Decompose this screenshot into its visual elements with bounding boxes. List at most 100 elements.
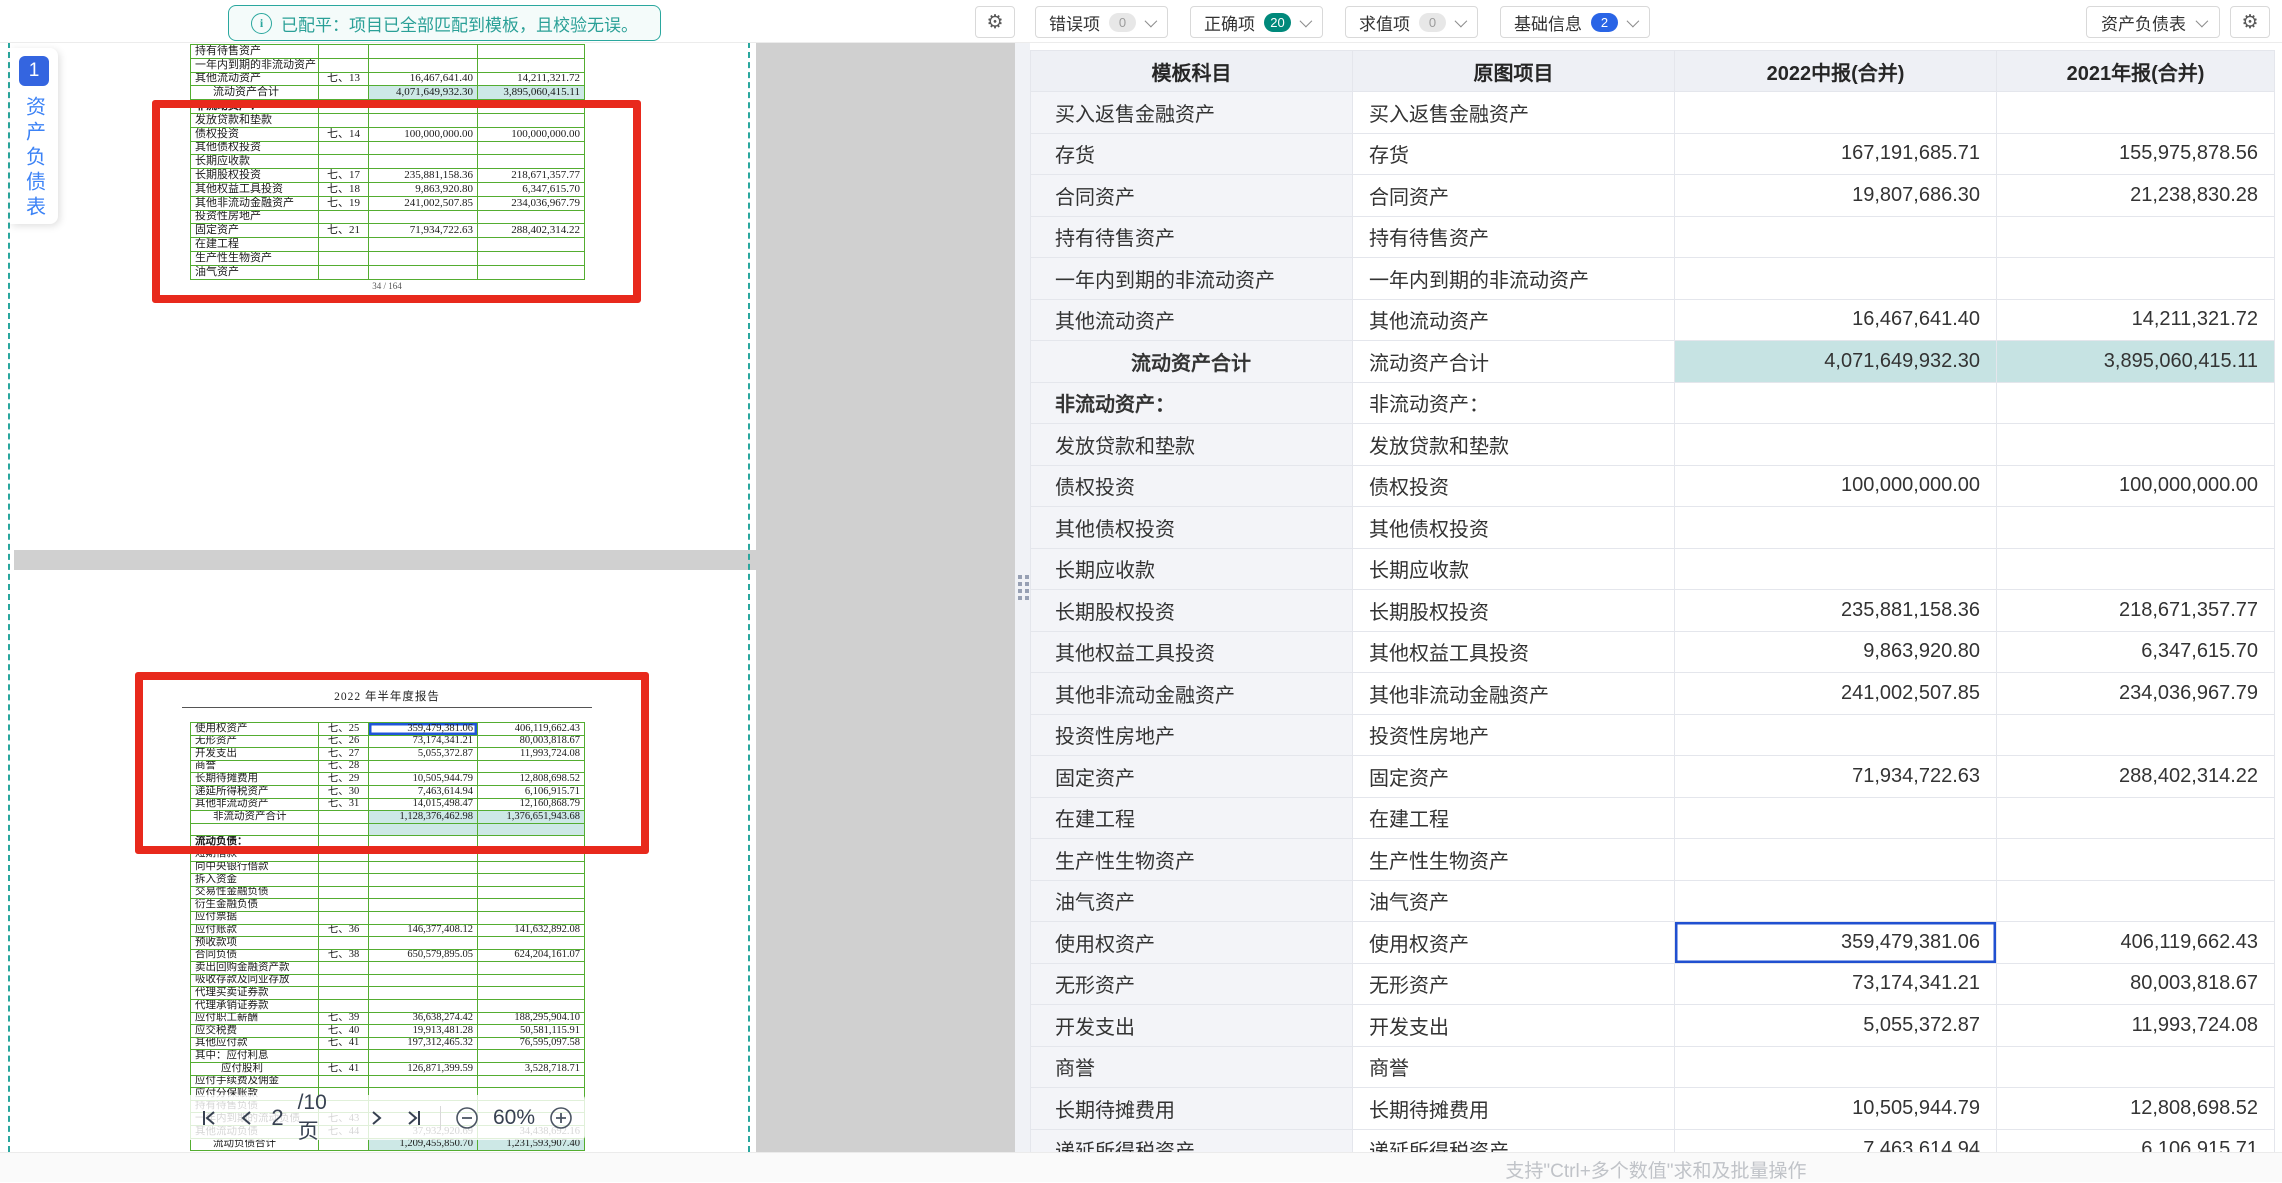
value-2022-cell[interactable]: 10,505,944.79 <box>1675 1088 1997 1130</box>
value-2022-cell[interactable]: 167,191,685.71 <box>1675 133 1997 175</box>
value-2022-cell[interactable]: 19,807,686.30 <box>1675 175 1997 217</box>
value-2021-cell[interactable] <box>1997 880 2275 922</box>
value-2022-cell[interactable] <box>1675 507 1997 549</box>
value-2021-cell[interactable]: 14,211,321.72 <box>1997 299 2275 341</box>
template-subject-cell: 使用权资产 <box>1031 922 1353 964</box>
first-page-button[interactable] <box>197 1106 220 1130</box>
value-2022-cell[interactable] <box>1675 714 1997 756</box>
value-2021-cell[interactable]: 100,000,000.00 <box>1997 465 2275 507</box>
value-2021-cell[interactable]: 3,895,060,415.11 <box>1997 341 2275 383</box>
value-2021-cell[interactable] <box>1997 839 2275 881</box>
viewer-background <box>756 42 1015 1152</box>
next-page-button[interactable] <box>366 1106 389 1130</box>
current-page-input[interactable]: 2 <box>271 1105 283 1131</box>
match-table-scroll-area[interactable]: 模板科目原图项目2022中报(合并)2021年报(合并) 买入返售金融资产买入返… <box>1030 50 2275 1152</box>
value-2021-cell[interactable]: 234,036,967.79 <box>1997 673 2275 715</box>
value-2022-cell[interactable] <box>1675 424 1997 466</box>
doc-value2-cell: 12,808,698.52 <box>478 773 585 786</box>
value-2021-cell[interactable] <box>1997 424 2275 466</box>
doc-value1-cell <box>369 210 478 224</box>
table-row: 投资性房地产投资性房地产 <box>1031 714 2275 756</box>
gear-list-icon: ⚙ <box>2241 11 2258 34</box>
doc-note-cell <box>319 937 369 950</box>
value-2022-cell[interactable]: 9,863,920.80 <box>1675 631 1997 673</box>
value-2021-cell[interactable] <box>1997 714 2275 756</box>
doc-item-cell: 应交税费 <box>191 1025 319 1038</box>
pane-splitter[interactable] <box>1015 42 1030 1152</box>
doc-table-row: 商誉七、28 <box>191 760 585 773</box>
value-2022-cell[interactable]: 71,934,722.63 <box>1675 756 1997 798</box>
value-2022-cell[interactable] <box>1675 216 1997 258</box>
sheet-settings-button[interactable]: ⚙ <box>2230 6 2270 38</box>
doc-value2-cell: 141,632,892.08 <box>478 924 585 937</box>
doc-table-row: 递延所得税资产七、307,463,614.946,106,915.71 <box>191 785 585 798</box>
value-2021-cell[interactable]: 155,975,878.56 <box>1997 133 2275 175</box>
template-subject-cell: 长期股权投资 <box>1031 590 1353 632</box>
sheet-selector-dropdown[interactable]: 资产负债表 <box>2086 6 2220 38</box>
value-2021-cell[interactable] <box>1997 382 2275 424</box>
doc-item-cell: 应付职工薪酬 <box>191 1012 319 1025</box>
value-2022-cell[interactable] <box>1675 382 1997 424</box>
sidebar-tab-balance-sheet[interactable]: 1 资产负债表 <box>10 48 58 224</box>
filter-evaluate-dropdown[interactable]: 求值项 0 <box>1345 6 1478 38</box>
table-row: 油气资产油气资产 <box>1031 880 2275 922</box>
doc-note-cell <box>319 1000 369 1013</box>
value-2022-cell[interactable]: 5,055,372.87 <box>1675 1005 1997 1047</box>
value-2022-cell[interactable]: 4,071,649,932.30 <box>1675 341 1997 383</box>
value-2022-cell[interactable] <box>1675 258 1997 300</box>
doc-value1-cell <box>369 58 478 72</box>
value-2022-cell[interactable]: 359,479,381.06 <box>1675 922 1997 964</box>
doc-value2-cell <box>478 100 585 114</box>
value-2021-cell[interactable]: 288,402,314.22 <box>1997 756 2275 798</box>
value-2021-cell[interactable] <box>1997 216 2275 258</box>
prev-page-button[interactable] <box>234 1106 257 1130</box>
doc-note-cell <box>319 58 369 72</box>
value-2021-cell[interactable]: 6,106,915.71 <box>1997 1129 2275 1152</box>
doc-table-row: 合同负债七、38650,579,895.05624,204,161.07 <box>191 949 585 962</box>
value-2022-cell[interactable]: 7,463,614.94 <box>1675 1129 1997 1152</box>
value-2022-cell[interactable]: 241,002,507.85 <box>1675 673 1997 715</box>
value-2021-cell[interactable]: 218,671,357.77 <box>1997 590 2275 632</box>
zoom-out-button[interactable] <box>455 1106 479 1130</box>
value-2022-cell[interactable] <box>1675 548 1997 590</box>
table-row: 开发支出开发支出5,055,372.8711,993,724.08 <box>1031 1005 2275 1047</box>
value-2022-cell[interactable] <box>1675 797 1997 839</box>
value-2022-cell[interactable] <box>1675 839 1997 881</box>
value-2021-cell[interactable]: 80,003,818.67 <box>1997 963 2275 1005</box>
doc-table-row: 其他流动资产七、1316,467,641.4014,211,321.72 <box>191 72 585 86</box>
value-2021-cell[interactable]: 11,993,724.08 <box>1997 1005 2275 1047</box>
value-2022-cell[interactable]: 235,881,158.36 <box>1675 590 1997 632</box>
doc-table-row: 预收款项 <box>191 937 585 950</box>
match-settings-button[interactable]: ⚙ <box>975 6 1015 38</box>
value-2021-cell[interactable]: 6,347,615.70 <box>1997 631 2275 673</box>
value-2022-cell[interactable] <box>1675 880 1997 922</box>
value-2021-cell[interactable]: 12,808,698.52 <box>1997 1088 2275 1130</box>
table-row: 流动资产合计流动资产合计4,071,649,932.303,895,060,41… <box>1031 341 2275 383</box>
value-2021-cell[interactable]: 406,119,662.43 <box>1997 922 2275 964</box>
value-2022-cell[interactable]: 16,467,641.40 <box>1675 299 1997 341</box>
value-2022-cell[interactable] <box>1675 1046 1997 1088</box>
doc-value1-cell <box>369 848 478 861</box>
doc-value1-cell: 650,579,895.05 <box>369 949 478 962</box>
filter-basicinfo-dropdown[interactable]: 基础信息 2 <box>1500 6 1650 38</box>
zoom-in-button[interactable] <box>549 1106 573 1130</box>
value-2021-cell[interactable] <box>1997 548 2275 590</box>
value-2021-cell[interactable] <box>1997 507 2275 549</box>
doc-table-row: 其他非流动金融资产七、19241,002,507.85234,036,967.7… <box>191 196 585 210</box>
filter-correct-dropdown[interactable]: 正确项 20 <box>1190 6 1323 38</box>
doc-value1-cell: 9,863,920.80 <box>369 182 478 196</box>
last-page-button[interactable] <box>403 1106 426 1130</box>
value-2021-cell[interactable] <box>1997 1046 2275 1088</box>
value-2021-cell[interactable] <box>1997 258 2275 300</box>
value-2022-cell[interactable] <box>1675 92 1997 134</box>
doc-value1-cell: 100,000,000.00 <box>369 127 478 141</box>
value-2021-cell[interactable] <box>1997 92 2275 134</box>
filter-errors-dropdown[interactable]: 错误项 0 <box>1035 6 1168 38</box>
value-2022-cell[interactable]: 100,000,000.00 <box>1675 465 1997 507</box>
template-subject-cell: 长期待摊费用 <box>1031 1088 1353 1130</box>
original-item-cell: 投资性房地产 <box>1353 714 1675 756</box>
document-report-title: 2022 年半年度报告 <box>190 688 584 704</box>
value-2021-cell[interactable]: 21,238,830.28 <box>1997 175 2275 217</box>
value-2022-cell[interactable]: 73,174,341.21 <box>1675 963 1997 1005</box>
value-2021-cell[interactable] <box>1997 797 2275 839</box>
